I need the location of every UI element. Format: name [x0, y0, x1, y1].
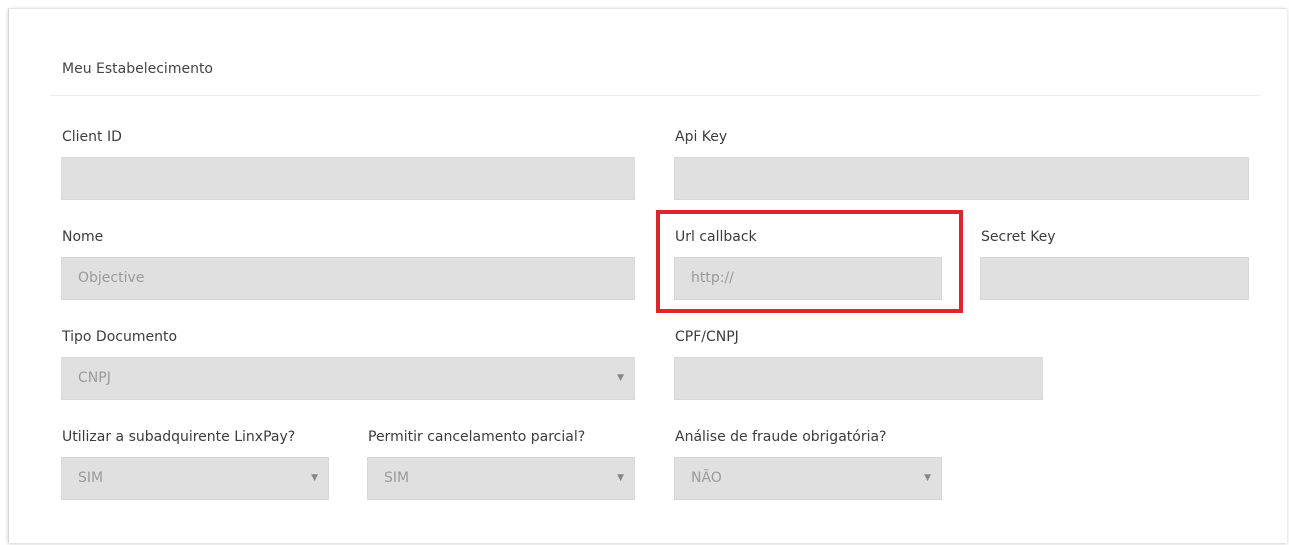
cpf-cnpj-label: CPF/CNPJ: [675, 329, 739, 345]
chevron-down-icon: ▼: [924, 473, 931, 483]
chevron-down-icon: ▼: [617, 473, 624, 483]
cancelamento-parcial-label: Permitir cancelamento parcial?: [368, 429, 586, 445]
subadquirente-select[interactable]: SIM ▼: [61, 457, 329, 500]
subadquirente-label: Utilizar a subadquirente LinxPay?: [62, 429, 296, 445]
api-key-input[interactable]: [674, 157, 1249, 200]
client-id-input[interactable]: [61, 157, 635, 200]
url-callback-highlight: [656, 210, 963, 313]
secret-key-label: Secret Key: [981, 229, 1056, 245]
nome-label: Nome: [62, 229, 104, 245]
nome-value: Objective: [78, 270, 145, 286]
section-title: Meu Estabelecimento: [62, 61, 213, 77]
client-id-label: Client ID: [62, 129, 122, 145]
analise-fraude-label: Análise de fraude obrigatória?: [675, 429, 887, 445]
tipo-documento-select[interactable]: CNPJ ▼: [61, 357, 635, 400]
nome-input[interactable]: Objective: [61, 257, 635, 300]
chevron-down-icon: ▼: [311, 473, 318, 483]
analise-fraude-value: NÃO: [691, 470, 722, 486]
title-divider: [50, 95, 1260, 96]
analise-fraude-select[interactable]: NÃO ▼: [674, 457, 942, 500]
cancelamento-parcial-select[interactable]: SIM ▼: [367, 457, 635, 500]
chevron-down-icon: ▼: [617, 373, 624, 383]
tipo-documento-label: Tipo Documento: [62, 329, 178, 345]
subadquirente-value: SIM: [78, 470, 104, 486]
cpf-cnpj-input[interactable]: [674, 357, 1043, 400]
tipo-documento-value: CNPJ: [78, 370, 111, 386]
cancelamento-parcial-value: SIM: [384, 470, 410, 486]
secret-key-input[interactable]: [980, 257, 1249, 300]
api-key-label: Api Key: [675, 129, 728, 145]
